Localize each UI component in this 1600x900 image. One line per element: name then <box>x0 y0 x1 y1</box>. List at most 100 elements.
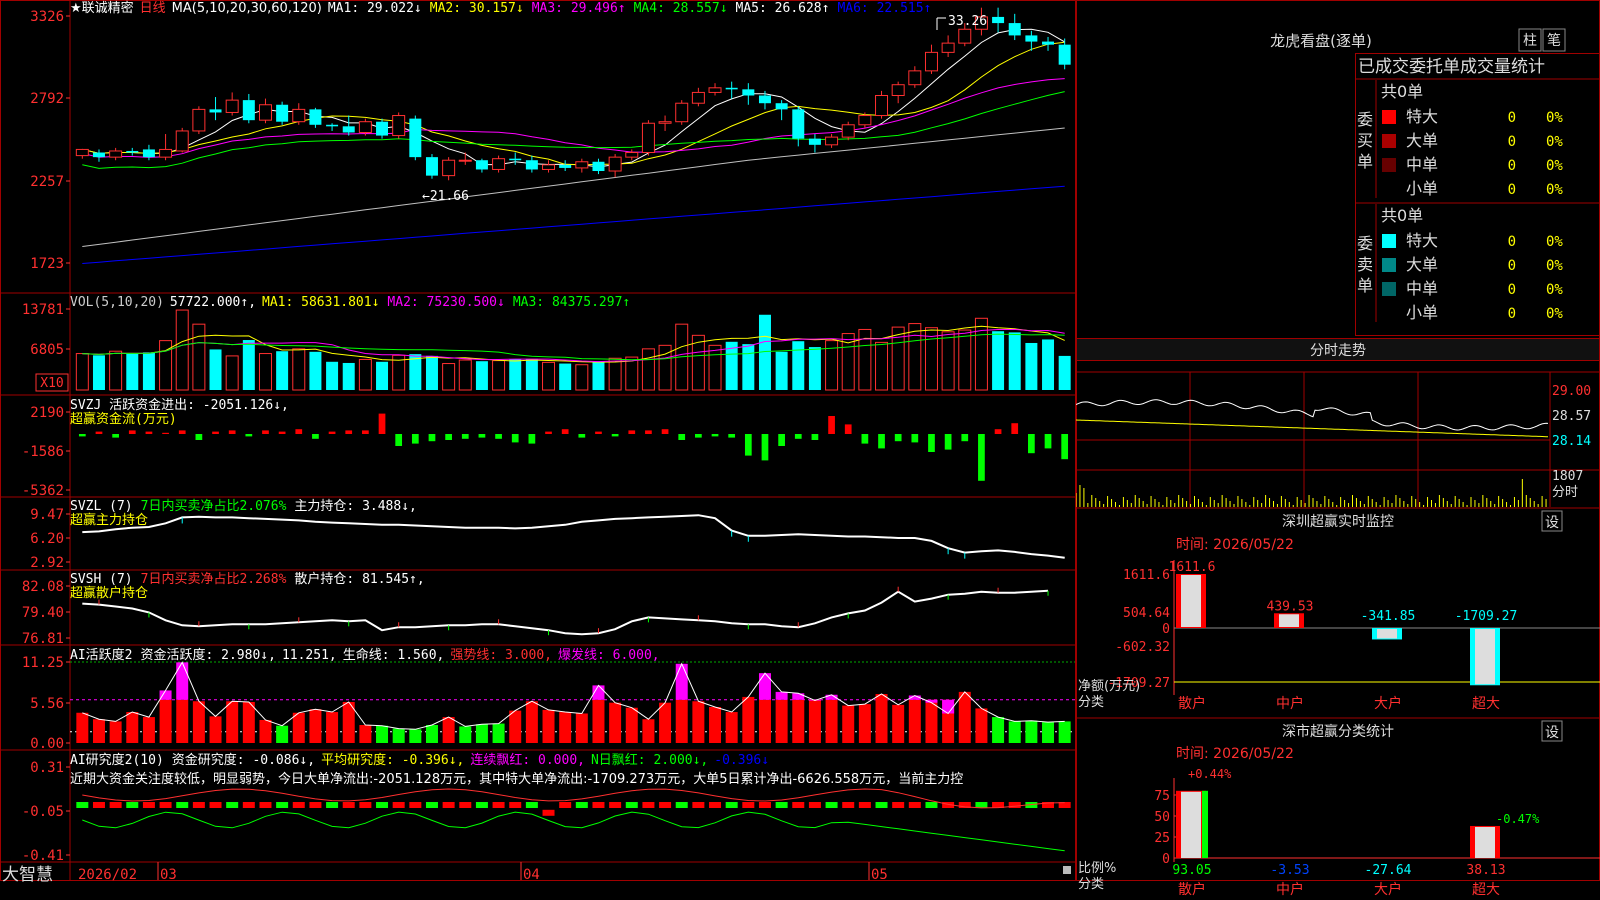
ai-bar <box>425 725 438 743</box>
fundflow-bar <box>195 434 203 440</box>
candle-body <box>742 89 755 96</box>
lock-icon[interactable] <box>1063 866 1071 874</box>
ma-title[interactable]: MA(5,10,20,30,60,120) <box>172 1 322 16</box>
class-value-label: 93.05 <box>1172 863 1211 878</box>
research-bar <box>842 802 855 808</box>
ai-bar <box>692 701 705 743</box>
fundflow-bar <box>778 434 785 446</box>
ai-bar <box>758 699 771 743</box>
intraday-title[interactable]: 分时走势 <box>1310 343 1366 359</box>
class-top-label: +0.44% <box>1188 767 1232 781</box>
candle-body <box>958 28 972 44</box>
candle-body <box>458 159 472 162</box>
y-tick-label: 3326 <box>30 9 64 25</box>
volume-bar <box>525 358 538 390</box>
fundflow-bar <box>711 434 719 437</box>
ai-bar <box>858 704 871 743</box>
candle-body <box>775 103 788 110</box>
class-top-label: -0.47% <box>1496 812 1540 826</box>
fundflow-bar <box>994 429 1002 434</box>
intraday-y-tick: 29.00 <box>1552 384 1591 399</box>
research-bar <box>659 802 672 808</box>
volume-bar <box>908 323 922 391</box>
candle-body <box>175 130 189 152</box>
monitor-title[interactable]: 深圳超赢实时监控 <box>1282 513 1394 530</box>
x-axis-label: 04 <box>523 867 540 883</box>
monitor-y-tick: 0 <box>1162 622 1170 637</box>
lhb-buy-label: 委 <box>1357 110 1373 129</box>
period-label[interactable]: 日线 <box>140 1 166 16</box>
class-value-label: -27.64 <box>1365 863 1412 878</box>
research-green-line <box>82 811 1065 852</box>
y-tick-label: 2.92 <box>30 555 64 571</box>
candle-body <box>792 109 805 139</box>
fundflow-bar <box>395 434 403 446</box>
volume-bar <box>641 348 655 391</box>
lhb-sell-row-count: 0 <box>1508 306 1516 322</box>
ai-active-label: 强势线: 3.000, <box>450 647 552 663</box>
ai-bar <box>442 717 455 743</box>
fundflow-bar <box>162 432 169 434</box>
lhb-button-label[interactable]: 笔 <box>1547 33 1561 49</box>
volume-bar <box>1008 332 1021 390</box>
low-annotation: ←21.66 <box>422 189 469 204</box>
ma1-line <box>82 28 1065 168</box>
lhb-sell-swatch <box>1382 258 1396 272</box>
lhb-sell-row-pct: 0% <box>1546 258 1563 274</box>
research-bar <box>675 802 688 808</box>
ai-bar <box>459 726 472 743</box>
fundflow-bar <box>78 434 86 437</box>
research-bar <box>542 809 555 816</box>
candle-body <box>358 121 372 133</box>
fundflow-bar <box>112 434 119 438</box>
volume-bar <box>941 331 955 391</box>
lhb-buy-label: 买 <box>1357 131 1373 150</box>
candle-body <box>608 156 622 172</box>
lhb-tab[interactable]: 已成交委托单成交量统计 <box>1358 57 1545 77</box>
ai-research-title: AI研究度2(10) <box>70 752 164 768</box>
fundflow-bar <box>212 431 219 434</box>
lhb-title[interactable]: 龙虎看盘(逐单) <box>1270 32 1372 50</box>
ai-bar <box>875 694 888 743</box>
volume-bar <box>608 357 622 391</box>
volume-bar <box>109 350 123 391</box>
app-brand[interactable]: 大智慧 <box>2 865 53 885</box>
monitor-category: 散户 <box>1178 695 1206 712</box>
research-bar <box>359 802 372 808</box>
volume-bar <box>425 355 438 390</box>
research-bar <box>975 802 988 808</box>
ai-research-label: 平均研究度: -0.396↓, <box>321 752 464 768</box>
main-chart-area[interactable]: 3326 2792 2257 1723 33.26 ←21.66 ★联诚精密 日线 MA(5,1… <box>0 0 1076 900</box>
candle-body <box>392 115 406 137</box>
candle-body <box>1025 35 1038 42</box>
volume-bar <box>1025 342 1038 390</box>
monitor-bar-inner <box>1475 629 1495 685</box>
class-title[interactable]: 深市超赢分类统计 <box>1282 723 1394 740</box>
volume-bar <box>974 317 988 391</box>
ai-bar-top <box>159 690 172 700</box>
stock-name[interactable]: ★联诚精密 <box>70 0 134 16</box>
class-y-tick: 0 <box>1162 852 1170 867</box>
fundflow-bar <box>312 434 319 439</box>
fundflow-bar <box>378 413 386 434</box>
volume-bar <box>142 352 155 390</box>
intraday-price-line <box>1076 399 1549 431</box>
lhb-buy-row-pct: 0% <box>1546 110 1563 126</box>
candle-body <box>825 136 839 146</box>
research-bar <box>908 802 921 808</box>
research-bar <box>925 802 938 808</box>
research-bar <box>592 802 605 808</box>
fundflow-bar <box>461 434 469 439</box>
ai-bar <box>675 699 688 743</box>
fundflow-bar <box>911 434 919 443</box>
ai-bar <box>176 699 189 743</box>
candle-body <box>992 16 1005 24</box>
ai-bar <box>825 699 838 743</box>
ai-bar <box>842 705 855 743</box>
lhb-button-label[interactable]: 柱 <box>1523 33 1537 49</box>
fundflow-bar <box>495 434 502 439</box>
research-bar <box>492 802 505 808</box>
svzl-line <box>82 514 1065 559</box>
monitor-category: 超大 <box>1472 696 1500 712</box>
research-bar <box>159 802 172 808</box>
